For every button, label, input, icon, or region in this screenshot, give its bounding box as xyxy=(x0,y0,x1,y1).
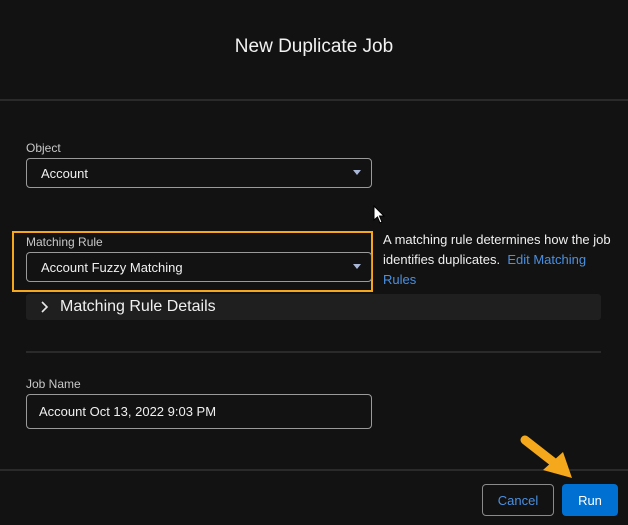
cancel-button[interactable]: Cancel xyxy=(482,484,554,516)
matching-rule-details-toggle[interactable]: Matching Rule Details xyxy=(26,294,601,320)
arrow-annotation-icon xyxy=(520,435,572,478)
header-divider xyxy=(0,99,628,101)
object-select[interactable]: Account xyxy=(26,158,372,188)
matching-rule-label: Matching Rule xyxy=(26,235,103,249)
matching-rule-help: A matching rule determines how the job i… xyxy=(383,230,613,290)
chevron-down-icon xyxy=(353,170,361,175)
object-value: Account xyxy=(41,165,88,181)
section-divider xyxy=(26,351,601,353)
chevron-right-icon xyxy=(41,301,49,313)
run-button[interactable]: Run xyxy=(562,484,618,516)
object-label: Object xyxy=(26,141,61,155)
details-label: Matching Rule Details xyxy=(60,298,216,315)
dialog-title: New Duplicate Job xyxy=(234,36,394,57)
job-name-label: Job Name xyxy=(26,377,81,391)
job-name-input[interactable]: Account Oct 13, 2022 9:03 PM xyxy=(26,394,372,429)
matching-rule-value: Account Fuzzy Matching xyxy=(41,259,183,275)
chevron-down-icon xyxy=(353,264,361,269)
mouse-cursor-icon xyxy=(373,205,386,224)
matching-rule-select[interactable]: Account Fuzzy Matching xyxy=(26,252,372,282)
job-name-value: Account Oct 13, 2022 9:03 PM xyxy=(39,404,217,419)
